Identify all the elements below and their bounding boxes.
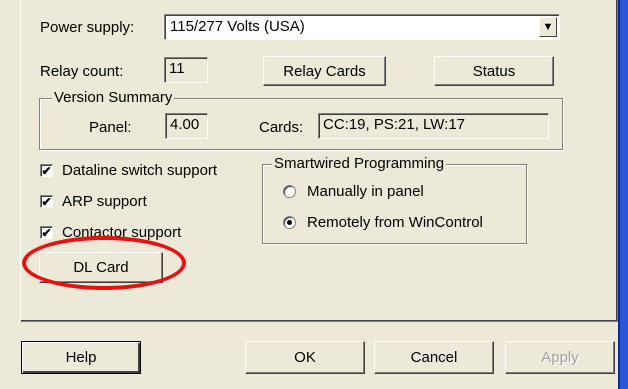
smartwired-group (262, 164, 527, 244)
remotely-from-wincontrol-label: Remotely from WinControl (307, 214, 483, 231)
apply-button: Apply (505, 341, 615, 374)
help-button[interactable]: Help (21, 341, 141, 374)
red-highlight-annotation (22, 236, 186, 290)
panel-version-label: Panel: (89, 119, 132, 136)
power-supply-label: Power supply: (40, 19, 135, 36)
ok-button[interactable]: OK (245, 341, 365, 374)
cards-version-label: Cards: (259, 119, 304, 136)
panel-version-field: 4.00 (165, 113, 208, 139)
relay-cards-button-label: Relay Cards (283, 62, 366, 80)
radio-selected-icon (283, 216, 296, 229)
ok-button-label: OK (294, 349, 316, 366)
relay-count-field: 11 (164, 57, 208, 83)
cards-version-field: CC:19, PS:21, LW:17 (318, 113, 549, 139)
status-button-label: Status (472, 62, 516, 80)
dataline-switch-checkbox[interactable]: ✔ Dataline switch support (40, 162, 217, 179)
radio-unselected-icon (283, 185, 296, 198)
help-button-label: Help (65, 349, 97, 366)
version-summary-title: Version Summary (52, 89, 175, 106)
status-button[interactable]: Status (434, 56, 554, 86)
relay-count-label: Relay count: (40, 63, 124, 80)
relay-cards-button[interactable]: Relay Cards (263, 56, 386, 86)
chevron-down-icon: ▼ (542, 21, 554, 33)
cancel-button[interactable]: Cancel (374, 341, 494, 374)
check-icon: ✔ (40, 225, 53, 240)
cancel-button-label: Cancel (410, 349, 458, 366)
power-supply-value: 115/277 Volts (USA) (170, 18, 305, 35)
apply-button-label: Apply (541, 349, 579, 366)
smartwired-title: Smartwired Programming (272, 155, 447, 172)
arp-support-checkbox[interactable]: ✔ ARP support (40, 193, 147, 210)
power-supply-select[interactable]: 115/277 Volts (USA) ▼ (164, 14, 560, 40)
manually-in-panel-radio[interactable]: Manually in panel (283, 183, 424, 200)
remotely-from-wincontrol-radio[interactable]: Remotely from WinControl (283, 214, 483, 231)
check-icon: ✔ (40, 194, 53, 209)
check-icon: ✔ (40, 163, 53, 178)
manually-in-panel-label: Manually in panel (307, 183, 424, 200)
dataline-switch-label: Dataline switch support (62, 162, 218, 179)
dropdown-button[interactable]: ▼ (539, 17, 557, 37)
arp-support-label: ARP support (62, 193, 147, 210)
window-frame-edge-shadow (618, 0, 620, 389)
